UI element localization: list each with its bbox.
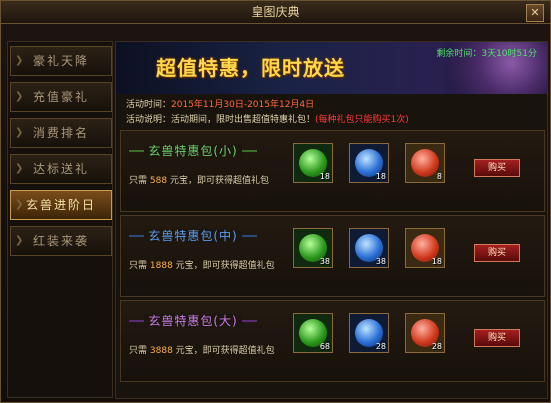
tab-label: 达标送礼	[32, 162, 89, 176]
tab-recharge-gift[interactable]: ❯ 充值豪礼	[10, 82, 112, 112]
tab-gift-from-sky[interactable]: ❯ 豪礼天降	[10, 46, 112, 76]
pack-large: 玄兽特惠包(大) 只需 3888 元宝，即可获得超值礼包 68 28 28 购买	[120, 300, 545, 382]
reward-slot-blue[interactable]: 28	[349, 313, 389, 353]
pack-medium: 玄兽特惠包(中) 只需 1888 元宝，即可获得超值礼包 38 38 18 购买	[120, 215, 545, 297]
item-count: 28	[431, 342, 442, 351]
event-window: 皇图庆典 ✕ ❯ 豪礼天降 ❯ 充值豪礼 ❯ 消费排名 ❯ 达标送礼 ❯ 玄兽进阶日 ❯ 红…	[0, 0, 551, 403]
tab-red-gear[interactable]: ❯ 红装来袭	[10, 226, 112, 256]
price-suffix: 元宝，即可获得超值礼包	[169, 176, 269, 186]
pack-small: 玄兽特惠包(小) 只需 588 元宝，即可获得超值礼包 18 18 8 购买	[120, 130, 545, 212]
tab-label: 充值豪礼	[32, 90, 89, 104]
buy-button[interactable]: 购买	[474, 329, 520, 347]
tab-label: 豪礼天降	[32, 54, 89, 68]
item-count: 28	[375, 342, 386, 351]
buy-button[interactable]: 购买	[474, 244, 520, 262]
item-count: 18	[431, 257, 442, 266]
activity-desc-note: (每种礼包只能购买1次)	[315, 115, 409, 125]
reward-slot-red[interactable]: 8	[405, 143, 445, 183]
item-count: 18	[319, 172, 330, 181]
tab-arrow-icon: ❯	[15, 163, 26, 174]
pack-title: 玄兽特惠包(大)	[129, 311, 257, 331]
tab-milestone-gift[interactable]: ❯ 达标送礼	[10, 154, 112, 184]
price-value: 1888	[149, 261, 173, 271]
close-button[interactable]: ✕	[526, 4, 544, 22]
pack-price: 只需 588 元宝，即可获得超值礼包	[129, 173, 269, 186]
tab-spend-ranking[interactable]: ❯ 消费排名	[10, 118, 112, 148]
tab-arrow-icon: ❯	[15, 199, 26, 210]
event-content: 超值特惠，限时放送 剩余时间：3天10时51分 活动时间：2015年11月30日…	[115, 41, 548, 399]
price-prefix: 只需	[129, 346, 148, 356]
tab-beast-advance-day[interactable]: ❯ 玄兽进阶日	[10, 190, 112, 220]
activity-time-value: 2015年11月30日-2015年12月4日	[171, 100, 315, 110]
item-count: 18	[375, 172, 386, 181]
countdown-timer: 剩余时间：3天10时51分	[436, 49, 537, 59]
window-titlebar: 皇图庆典 ✕	[1, 1, 550, 24]
reward-slot-green[interactable]: 68	[293, 313, 333, 353]
price-prefix: 只需	[129, 261, 148, 271]
close-icon: ✕	[530, 6, 540, 19]
price-suffix: 元宝，即可获得超值礼包	[175, 346, 275, 356]
price-value: 3888	[149, 346, 173, 356]
pack-title-text: 玄兽特惠包(小)	[144, 144, 242, 158]
activity-desc: 活动说明：活动期间，限时出售超值特惠礼包！(每种礼包只能购买1次)	[126, 112, 409, 125]
reward-slot-red[interactable]: 28	[405, 313, 445, 353]
pack-price: 只需 3888 元宝，即可获得超值礼包	[129, 343, 275, 356]
activity-time: 活动时间：2015年11月30日-2015年12月4日	[126, 97, 314, 110]
price-value: 588	[149, 176, 168, 186]
pack-price: 只需 1888 元宝，即可获得超值礼包	[129, 258, 275, 271]
event-sidebar: ❯ 豪礼天降 ❯ 充值豪礼 ❯ 消费排名 ❯ 达标送礼 ❯ 玄兽进阶日 ❯ 红装来袭	[7, 41, 113, 398]
pack-title: 玄兽特惠包(小)	[129, 141, 257, 161]
item-count: 38	[375, 257, 386, 266]
tab-label: 红装来袭	[32, 234, 89, 248]
reward-slot-red[interactable]: 18	[405, 228, 445, 268]
reward-slot-green[interactable]: 18	[293, 143, 333, 183]
activity-desc-label: 活动说明：	[126, 115, 172, 125]
red-fruit-icon	[411, 149, 439, 177]
reward-slot-blue[interactable]: 18	[349, 143, 389, 183]
buy-button[interactable]: 购买	[474, 159, 520, 177]
window-title: 皇图庆典	[251, 5, 300, 19]
item-count: 68	[319, 342, 330, 351]
pack-title-text: 玄兽特惠包(中)	[144, 229, 242, 243]
tab-arrow-icon: ❯	[15, 127, 26, 138]
tab-arrow-icon: ❯	[15, 55, 26, 66]
activity-time-label: 活动时间：	[126, 100, 172, 110]
tab-label: 消费排名	[32, 126, 89, 140]
pack-title-text: 玄兽特惠包(大)	[144, 314, 242, 328]
tab-label: 玄兽进阶日	[25, 198, 96, 212]
activity-desc-value: 活动期间，限时出售超值特惠礼包！	[171, 115, 316, 125]
promo-banner: 超值特惠，限时放送 剩余时间：3天10时51分	[116, 42, 547, 94]
reward-slot-green[interactable]: 38	[293, 228, 333, 268]
item-count: 38	[319, 257, 330, 266]
item-count: 8	[436, 172, 442, 181]
reward-slot-blue[interactable]: 38	[349, 228, 389, 268]
tab-arrow-icon: ❯	[15, 235, 26, 246]
tab-arrow-icon: ❯	[15, 91, 26, 102]
price-prefix: 只需	[129, 176, 148, 186]
pack-title: 玄兽特惠包(中)	[129, 226, 257, 246]
banner-slogan: 超值特惠，限时放送	[156, 56, 345, 80]
price-suffix: 元宝，即可获得超值礼包	[175, 261, 275, 271]
